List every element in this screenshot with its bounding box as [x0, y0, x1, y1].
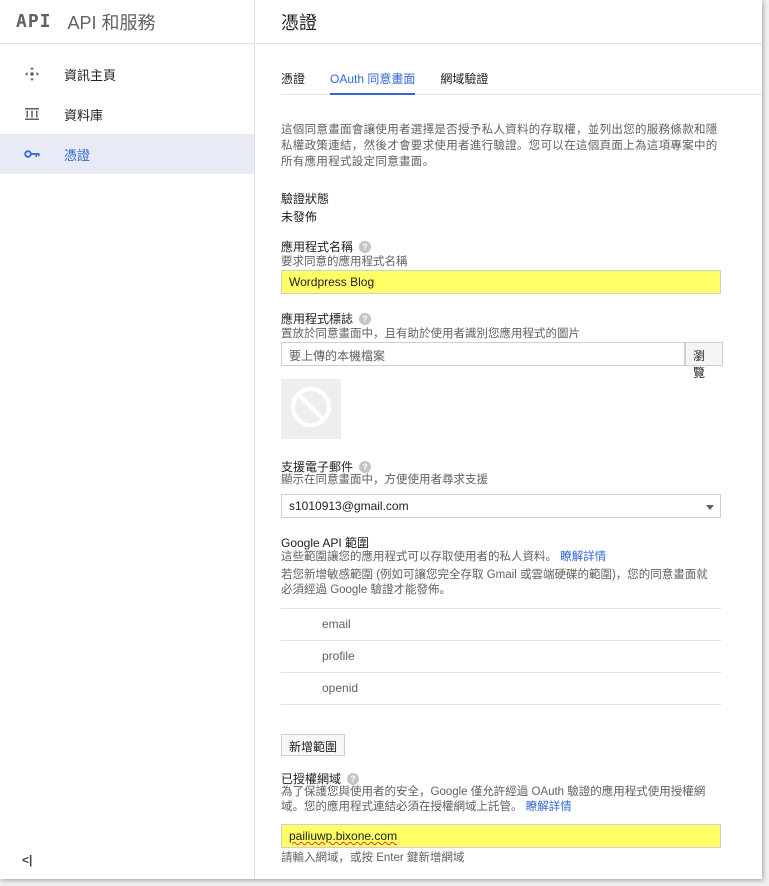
tab-oauth-consent[interactable]: OAuth 同意畫面	[330, 58, 416, 95]
scopes-table: email profile openid	[281, 608, 721, 705]
no-image-icon	[289, 385, 333, 434]
app-name-hint: 要求同意的應用程式名稱	[281, 256, 408, 268]
support-email-select[interactable]: s1010913@gmail.com	[281, 494, 721, 518]
verification-status-label: 驗證狀態	[281, 192, 330, 206]
sidebar-item-label: 資料庫	[64, 107, 104, 123]
app-name-input[interactable]: Wordpress Blog	[281, 270, 721, 294]
dashboard-icon	[24, 66, 40, 82]
page-title: 憑證	[281, 12, 317, 33]
brand-header: API API 和服務	[0, 0, 254, 44]
domains-hint: 為了保護您與使用者的安全，Google 僅允許經過 OAuth 驗證的應用程式使…	[281, 786, 706, 813]
app-logo-hint: 置放於同意畫面中，且有助於使用者識別您應用程式的圖片	[281, 328, 580, 340]
page-header: 憑證	[256, 0, 762, 44]
help-icon[interactable]: ?	[347, 772, 360, 785]
domains-learn-more-link[interactable]: 瞭解詳情	[526, 801, 572, 813]
api-logo[interactable]: API	[16, 11, 52, 32]
browse-button[interactable]: 瀏覽	[685, 342, 723, 380]
scope-row: profile	[281, 641, 721, 673]
scope-row: openid	[281, 673, 721, 705]
chevron-down-icon	[706, 505, 714, 510]
tab-domain-verification[interactable]: 網域驗證	[440, 58, 488, 95]
key-icon	[24, 146, 40, 162]
support-email-hint: 顯示在同意畫面中，方便使用者尋求支援	[281, 474, 488, 486]
domains-label: 已授權網域	[281, 772, 342, 786]
app-logo-label: 應用程式標誌	[281, 312, 354, 326]
logo-preview	[281, 379, 341, 439]
app-name-label: 應用程式名稱	[281, 240, 354, 254]
consent-description: 這個同意畫面會讓使用者選擇是否授予私人資料的存取權，並列出您的服務條款和隱私權政…	[281, 124, 718, 168]
sidebar-nav: 資訊主頁 資料庫 憑證	[0, 54, 254, 174]
sidebar: API API 和服務 資訊主頁 資料庫 憑證 <|	[0, 0, 255, 879]
sidebar-item-credentials[interactable]: 憑證	[0, 134, 254, 174]
scope-row: email	[281, 609, 721, 641]
tab-credentials[interactable]: 憑證	[281, 58, 305, 95]
domain-input[interactable]: pailiuwp.bixone.com	[281, 824, 721, 848]
scopes-note: 若您新增敏感範圍 (例如可讓您完全存取 Gmail 或雲端硬碟的範圍)，您的同意…	[281, 569, 708, 596]
scopes-hint: 這些範圍讓您的應用程式可以存取使用者的私人資料。	[281, 551, 557, 563]
verification-status-value: 未發佈	[281, 210, 318, 224]
scopes-hint-line: 這些範圍讓您的應用程式可以存取使用者的私人資料。 瞭解詳情	[281, 548, 721, 564]
sidebar-item-label: 資訊主頁	[64, 67, 117, 83]
help-icon[interactable]: ?	[359, 312, 372, 325]
tab-bar: 憑證 OAuth 同意畫面 網域驗證	[281, 58, 762, 95]
collapse-sidebar-button[interactable]: <|	[22, 853, 32, 867]
scopes-learn-more-link[interactable]: 瞭解詳情	[560, 551, 606, 563]
app-window: API API 和服務 資訊主頁 資料庫 憑證 <| 憑證 憑證 OAuth 同…	[0, 0, 762, 879]
sidebar-item-dashboard[interactable]: 資訊主頁	[0, 54, 254, 94]
brand-title[interactable]: API 和服務	[68, 9, 156, 35]
sidebar-item-label: 憑證	[64, 147, 91, 163]
domains-hint-block: 為了保護您與使用者的安全，Google 僅允許經過 OAuth 驗證的應用程式使…	[281, 785, 721, 815]
sidebar-item-library[interactable]: 資料庫	[0, 94, 254, 134]
help-icon[interactable]: ?	[359, 240, 372, 253]
support-email-value: s1010913@gmail.com	[289, 499, 409, 513]
domain-input-value: pailiuwp.bixone.com	[289, 829, 398, 843]
main-panel: 憑證 憑證 OAuth 同意畫面 網域驗證 這個同意畫面會讓使用者選擇是否授予私…	[256, 0, 762, 879]
domain-input-hint: 請輸入網域，或按 Enter 鍵新增網域	[281, 852, 465, 864]
library-icon	[24, 106, 40, 122]
logo-file-input[interactable]: 要上傳的本機檔案	[281, 342, 685, 366]
add-scope-button[interactable]: 新增範圍	[281, 734, 346, 756]
